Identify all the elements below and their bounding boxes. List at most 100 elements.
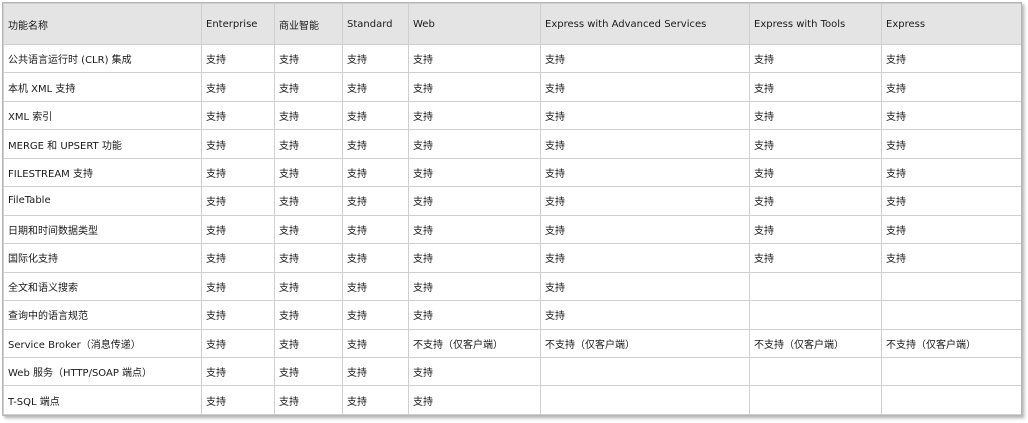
cell-enterprise: 支持 bbox=[201, 356, 275, 387]
table-body: 公共语言运行时 (CLR) 集成 支持 支持 支持 支持 支持 支持 支持 本机 XML 支持支… bbox=[3, 43, 1021, 415]
cell-enterprise: 支持 bbox=[201, 157, 275, 188]
cell-express: 支持 bbox=[881, 100, 1021, 131]
cell-enterprise: 支持 bbox=[201, 271, 275, 302]
cell-business-intelligence: 支持 bbox=[274, 100, 343, 131]
cell-express-advanced: 支持 bbox=[540, 300, 750, 330]
cell-business-intelligence: 支持 bbox=[274, 129, 343, 159]
cell-feature-name: MERGE 和 UPSERT 功能 bbox=[3, 129, 202, 159]
cell-express-tools: 支持 bbox=[749, 214, 882, 245]
cell-enterprise: 支持 bbox=[201, 43, 275, 74]
cell-enterprise: 支持 bbox=[201, 72, 275, 102]
cell-express-tools bbox=[749, 271, 882, 302]
table-row: 全文和语义搜索 支持 支持 支持 支持 支持 bbox=[3, 271, 1021, 302]
cell-standard: 支持 bbox=[342, 328, 409, 358]
cell-web: 支持 bbox=[408, 243, 541, 273]
cell-feature-name: FileTable bbox=[3, 186, 202, 216]
table-header-row: 功能名称 Enterprise 商业智能 Standard Web Expres… bbox=[3, 3, 1021, 45]
cell-standard: 支持 bbox=[342, 214, 409, 245]
cell-standard: 支持 bbox=[342, 300, 409, 330]
header-web: Web bbox=[408, 3, 541, 45]
cell-web: 支持 bbox=[408, 356, 541, 387]
cell-business-intelligence: 支持 bbox=[274, 271, 343, 302]
cell-express-tools bbox=[749, 385, 882, 415]
cell-standard: 支持 bbox=[342, 157, 409, 188]
cell-standard: 支持 bbox=[342, 271, 409, 302]
header-express: Express bbox=[881, 3, 1021, 45]
cell-enterprise: 支持 bbox=[201, 328, 275, 358]
cell-feature-name: T-SQL 端点 bbox=[3, 385, 202, 415]
cell-express bbox=[881, 271, 1021, 302]
cell-business-intelligence: 支持 bbox=[274, 214, 343, 245]
cell-express-advanced: 支持 bbox=[540, 243, 750, 273]
header-express-tools: Express with Tools bbox=[749, 3, 882, 45]
cell-express bbox=[881, 385, 1021, 415]
cell-express-advanced bbox=[540, 356, 750, 387]
header-express-advanced: Express with Advanced Services bbox=[540, 3, 750, 45]
cell-express-advanced: 不支持（仅客户端） bbox=[540, 328, 750, 358]
cell-web: 支持 bbox=[408, 186, 541, 216]
cell-express-tools: 支持 bbox=[749, 186, 882, 216]
cell-enterprise: 支持 bbox=[201, 129, 275, 159]
cell-business-intelligence: 支持 bbox=[274, 72, 343, 102]
cell-enterprise: 支持 bbox=[201, 186, 275, 216]
cell-feature-name: FILESTREAM 支持 bbox=[3, 157, 202, 188]
cell-express: 支持 bbox=[881, 157, 1021, 188]
cell-enterprise: 支持 bbox=[201, 300, 275, 330]
cell-express: 支持 bbox=[881, 214, 1021, 245]
cell-express-advanced: 支持 bbox=[540, 214, 750, 245]
cell-web: 支持 bbox=[408, 43, 541, 74]
feature-comparison-frame: 功能名称 Enterprise 商业智能 Standard Web Expres… bbox=[2, 2, 1022, 416]
cell-web: 支持 bbox=[408, 100, 541, 131]
cell-express-tools: 支持 bbox=[749, 72, 882, 102]
feature-comparison-table: 功能名称 Enterprise 商业智能 Standard Web Expres… bbox=[3, 3, 1021, 415]
table-row: Service Broker（消息传递） 支持 支持 支持 不支持（仅客户端） 不支持（仅… bbox=[3, 328, 1021, 358]
table-row: Web 服务（HTTP/SOAP 端点） 支持 支持 支持 支持 bbox=[3, 356, 1021, 387]
cell-express-tools: 支持 bbox=[749, 129, 882, 159]
cell-express bbox=[881, 300, 1021, 330]
cell-feature-name: 日期和时间数据类型 bbox=[3, 214, 202, 245]
cell-express: 支持 bbox=[881, 72, 1021, 102]
table-row: 日期和时间数据类型 支持 支持 支持 支持 支持 支持 支持 bbox=[3, 214, 1021, 245]
cell-business-intelligence: 支持 bbox=[274, 385, 343, 415]
table-row: T-SQL 端点 支持 支持 支持 支持 bbox=[3, 385, 1021, 415]
cell-express-advanced: 支持 bbox=[540, 186, 750, 216]
table-row: 本机 XML 支持 支持 支持 支持 支持 支持 支持 支持 bbox=[3, 72, 1021, 102]
table-row: 国际化支持 支持 支持 支持 支持 支持 支持 支持 bbox=[3, 243, 1021, 273]
cell-business-intelligence: 支持 bbox=[274, 300, 343, 330]
cell-standard: 支持 bbox=[342, 186, 409, 216]
cell-enterprise: 支持 bbox=[201, 214, 275, 245]
cell-express-tools: 支持 bbox=[749, 157, 882, 188]
cell-business-intelligence: 支持 bbox=[274, 43, 343, 74]
table-row: 查询中的语言规范 支持 支持 支持 支持 支持 bbox=[3, 300, 1021, 330]
cell-express: 支持 bbox=[881, 43, 1021, 74]
cell-feature-name: Service Broker（消息传递） bbox=[3, 328, 202, 358]
cell-express-tools bbox=[749, 356, 882, 387]
cell-express-tools: 不支持（仅客户端） bbox=[749, 328, 882, 358]
header-business-intelligence: 商业智能 bbox=[274, 3, 343, 45]
cell-web: 支持 bbox=[408, 385, 541, 415]
cell-enterprise: 支持 bbox=[201, 100, 275, 131]
cell-express bbox=[881, 356, 1021, 387]
cell-feature-name: 全文和语义搜索 bbox=[3, 271, 202, 302]
cell-web: 支持 bbox=[408, 157, 541, 188]
cell-business-intelligence: 支持 bbox=[274, 243, 343, 273]
cell-express-advanced: 支持 bbox=[540, 100, 750, 131]
cell-web: 支持 bbox=[408, 129, 541, 159]
cell-express-advanced: 支持 bbox=[540, 72, 750, 102]
cell-web: 支持 bbox=[408, 214, 541, 245]
cell-express-advanced: 支持 bbox=[540, 43, 750, 74]
cell-express-tools: 支持 bbox=[749, 243, 882, 273]
cell-web: 支持 bbox=[408, 300, 541, 330]
cell-feature-name: 查询中的语言规范 bbox=[3, 300, 202, 330]
cell-business-intelligence: 支持 bbox=[274, 328, 343, 358]
cell-express-advanced: 支持 bbox=[540, 271, 750, 302]
cell-enterprise: 支持 bbox=[201, 243, 275, 273]
cell-standard: 支持 bbox=[342, 243, 409, 273]
cell-standard: 支持 bbox=[342, 100, 409, 131]
cell-web: 支持 bbox=[408, 72, 541, 102]
cell-business-intelligence: 支持 bbox=[274, 356, 343, 387]
cell-express: 不支持（仅客户端） bbox=[881, 328, 1021, 358]
cell-express: 支持 bbox=[881, 186, 1021, 216]
table-row: FILESTREAM 支持 支持 支持 支持 支持 支持 支持 支持 bbox=[3, 157, 1021, 188]
cell-feature-name: 本机 XML 支持 bbox=[3, 72, 202, 102]
